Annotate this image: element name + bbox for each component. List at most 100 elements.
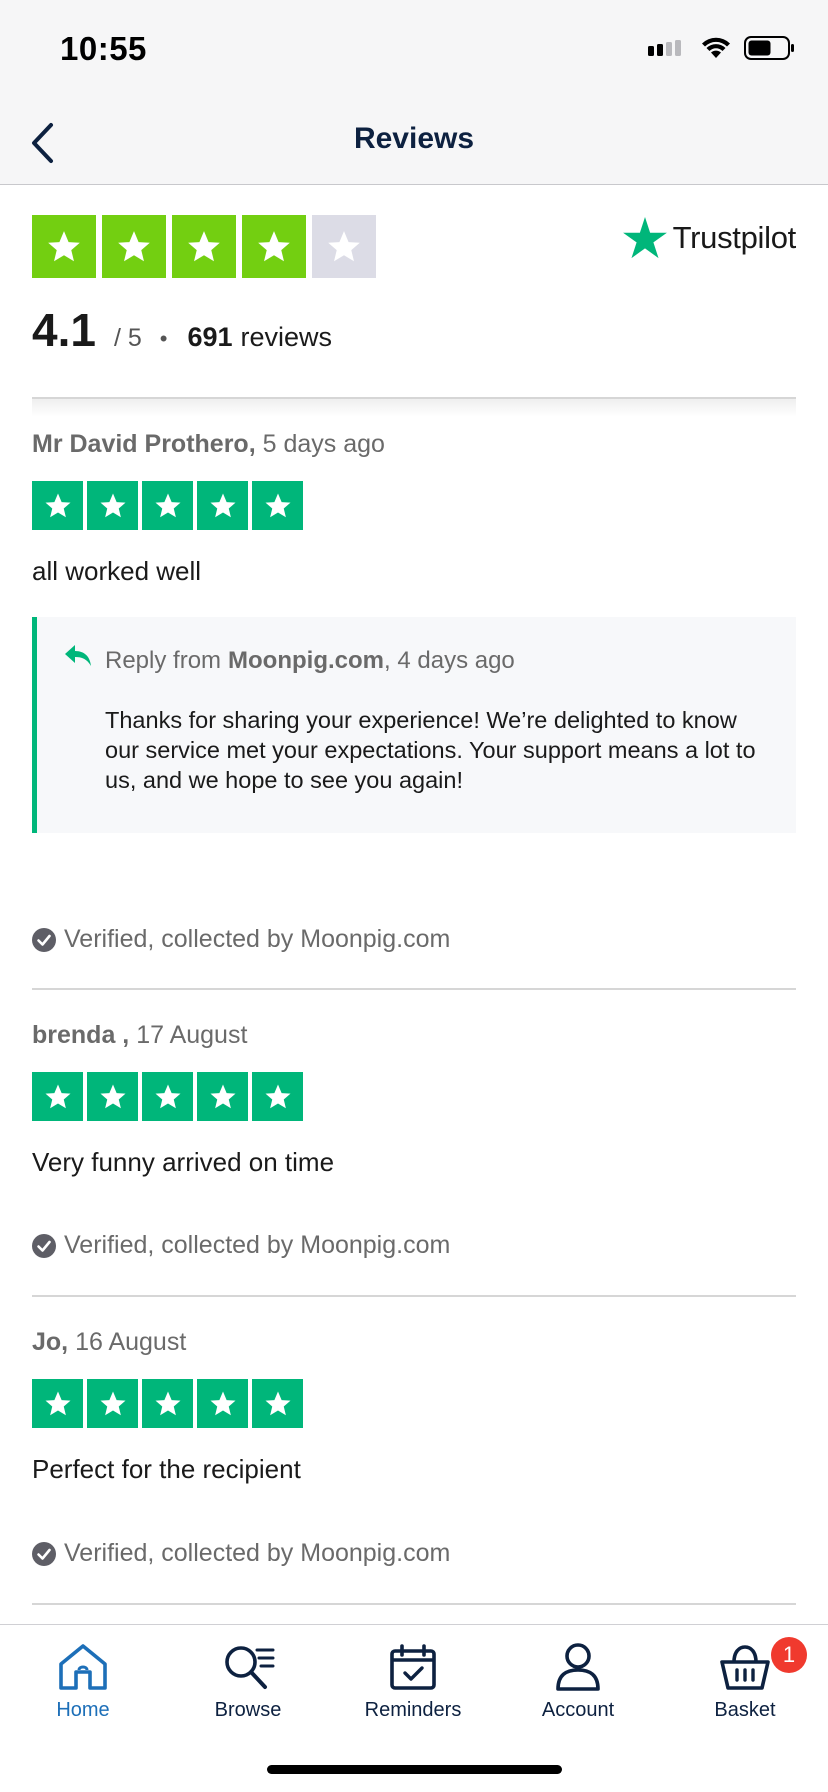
review-star-rating [32, 1072, 796, 1121]
divider [32, 988, 796, 990]
reply-header: Reply from Moonpig.com , 4 days ago [63, 645, 756, 675]
star-filled [142, 481, 193, 530]
tab-reminders[interactable]: Reminders [343, 1639, 483, 1722]
verified-check-icon [32, 1233, 56, 1258]
star-filled [142, 1072, 193, 1121]
review-card: Jo, 16 August Perfect for the recipient [32, 1328, 796, 1485]
home-icon [59, 1644, 107, 1690]
star-icon [265, 1084, 290, 1108]
star-icon [265, 1391, 290, 1415]
home-indicator [267, 1765, 562, 1774]
star-filled [32, 481, 83, 530]
star-icon [155, 1391, 180, 1415]
star-filled [252, 1379, 303, 1428]
calendar-icon [390, 1644, 436, 1690]
star-empty [312, 215, 376, 278]
star-filled [252, 481, 303, 530]
star-icon [118, 230, 150, 261]
review-star-rating [32, 481, 796, 530]
star-filled [242, 215, 306, 278]
star-icon [155, 493, 180, 517]
company-reply: Reply from Moonpig.com , 4 days ago Than… [32, 617, 796, 833]
review-text: all worked well [32, 556, 202, 586]
star-filled [197, 1072, 248, 1121]
verified-label: Verified, collected by Moonpig.com [32, 1231, 796, 1260]
star-icon [100, 1391, 125, 1415]
review-card: brenda , 17 August Very funny arrived on… [32, 1021, 796, 1178]
verified-label: Verified, collected by Moonpig.com [32, 1539, 796, 1568]
verified-row: Verified, collected by Moonpig.com [32, 925, 796, 954]
review-header: Jo, 16 August [32, 1328, 796, 1357]
basket-count-badge: 1 [771, 1637, 807, 1673]
star-icon [328, 230, 360, 261]
star-icon [188, 230, 220, 261]
star-icon [210, 493, 235, 517]
reply-prefix: Reply from [105, 647, 222, 674]
star-icon [258, 230, 290, 261]
trustpilot-wordmark: Trustpilot [672, 220, 797, 255]
divider [32, 1603, 796, 1605]
star-filled [102, 215, 166, 278]
rating-summary: Trustpilot 4.1 / 5 • 691 reviews [32, 215, 796, 395]
star-filled [142, 1379, 193, 1428]
review-date: 17 August [136, 1021, 248, 1049]
verified-text: Verified, collected by Moonpig.com [64, 925, 451, 953]
verified-row: Verified, collected by Moonpig.com [32, 1231, 796, 1260]
star-filled [172, 215, 236, 278]
rating-value: 4.1 [32, 304, 96, 356]
star-filled [87, 1072, 138, 1121]
star-icon [100, 493, 125, 517]
status-icons [648, 36, 796, 60]
verified-check-icon [32, 1541, 56, 1566]
star-icon [48, 230, 80, 261]
wifi-icon [702, 37, 730, 58]
star-icon [100, 1084, 125, 1108]
review-date: 16 August [75, 1328, 187, 1356]
tab-label: Home [56, 1699, 110, 1721]
status-time: 10:55 [60, 30, 147, 67]
cellular-signal-icon [648, 40, 681, 56]
browse-search-icon [225, 1646, 275, 1689]
star-filled [197, 1379, 248, 1428]
star-icon [210, 1391, 235, 1415]
star-icon [210, 1084, 235, 1108]
star-icon [45, 1084, 70, 1108]
page-title: Reviews [353, 122, 475, 155]
review-date: 5 days ago [262, 430, 385, 458]
tab-account[interactable]: Account [508, 1639, 648, 1722]
tab-basket[interactable]: Basket 1 [675, 1637, 815, 1722]
verified-text: Verified, collected by Moonpig.com [64, 1231, 451, 1259]
star-filled [87, 481, 138, 530]
rating-line: 4.1 / 5 • 691 reviews [32, 303, 332, 357]
reply-from: Moonpig.com [228, 647, 385, 674]
tab-label: Reminders [364, 1699, 462, 1721]
divider [32, 1295, 796, 1297]
review-header: brenda , 17 August [32, 1021, 796, 1050]
tab-label: Basket [714, 1699, 776, 1721]
tab-home[interactable]: Home [13, 1639, 153, 1722]
review-header: Mr David Prothero, 5 days ago [32, 430, 796, 459]
star-icon [45, 493, 70, 517]
reply-body: Thanks for sharing your experience! We’r… [105, 707, 756, 793]
review-text: Perfect for the recipient [32, 1454, 301, 1484]
rating-out-of: / 5 [113, 324, 142, 352]
star-filled [87, 1379, 138, 1428]
reviewer-name: Mr David Prothero, [32, 430, 256, 458]
person-icon [556, 1643, 600, 1691]
separator-dot: • [159, 326, 168, 351]
star-filled [252, 1072, 303, 1121]
reviewer-name: Jo, [32, 1328, 69, 1356]
review-text: Very funny arrived on time [32, 1147, 335, 1177]
star-filled [32, 1379, 83, 1428]
tab-label: Browse [214, 1699, 282, 1721]
tab-browse[interactable]: Browse [178, 1639, 318, 1722]
trustpilot-star-icon [622, 217, 667, 259]
verified-text: Verified, collected by Moonpig.com [64, 1539, 451, 1567]
star-filled [32, 215, 96, 278]
nav-bar: Reviews [0, 100, 828, 185]
basket-icon [720, 1645, 770, 1690]
reply-arrow-icon [65, 645, 91, 666]
review-count: 691 [187, 322, 233, 352]
star-icon [45, 1391, 70, 1415]
reply-date: , 4 days ago [384, 647, 515, 674]
